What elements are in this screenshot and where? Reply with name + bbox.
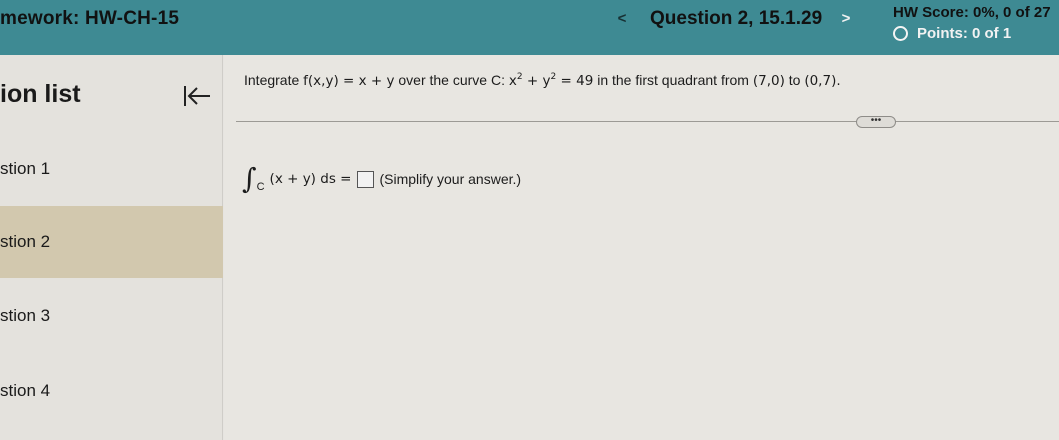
points-circle-icon (893, 26, 908, 41)
prompt-to: to (788, 72, 801, 88)
divider (236, 121, 1059, 122)
start-point: (7,0) (752, 73, 785, 89)
prompt-tail: in the first quadrant from (597, 72, 749, 88)
curve-x: x (508, 73, 517, 89)
homework-title: mework: HW-CH-15 (0, 8, 180, 29)
simplify-hint: (Simplify your answer.) (379, 171, 522, 187)
sidebar-title: ion list (0, 80, 81, 108)
collapse-sidebar-button[interactable] (180, 83, 214, 109)
prompt-lead: Integrate (244, 72, 300, 88)
integrand-expression: (x + y) ds = (269, 171, 352, 187)
curve-equation: x2 + y2 = 49 (508, 72, 594, 89)
collapse-left-arrow-icon (184, 86, 210, 106)
previous-question-icon[interactable]: < (612, 10, 632, 27)
question-item-label: stion 4 (0, 381, 51, 400)
question-item-1[interactable]: stion 1 (0, 133, 223, 205)
question-list-sidebar: ion list stion 1 stion 2 stion 3 stion 4 (0, 55, 223, 440)
question-item-4[interactable]: stion 4 (0, 355, 223, 427)
integral-symbol: ∫ (242, 162, 257, 195)
question-item-2[interactable]: stion 2 (0, 206, 223, 278)
question-prompt: Integrate f(x,y) = x + y over the curve … (244, 72, 841, 89)
curve-rhs: = 49 (556, 73, 594, 89)
answer-row: ∫ C (x + y) ds = (Simplify your answer.) (242, 162, 522, 195)
question-item-label: stion 3 (0, 306, 51, 325)
more-options-button[interactable]: ••• (856, 116, 896, 128)
prompt-mid: over the curve C: (398, 72, 505, 88)
function-expression: f(x,y) = x + y (303, 73, 395, 89)
end-point: (0,7). (804, 73, 841, 89)
integral-subscript: C (256, 181, 265, 193)
points-status: Points: 0 of 1 (893, 25, 1011, 42)
next-question-icon[interactable]: > (836, 10, 856, 27)
top-bar: mework: HW-CH-15 < Question 2, 15.1.29 >… (0, 0, 1059, 55)
question-item-label: stion 1 (0, 159, 51, 178)
homework-page: mework: HW-CH-15 < Question 2, 15.1.29 >… (0, 0, 1059, 440)
question-item-3[interactable]: stion 3 (0, 280, 223, 352)
hw-score: HW Score: 0%, 0 of 27 (893, 4, 1051, 21)
question-item-label: stion 2 (0, 232, 51, 251)
question-content: Integrate f(x,y) = x + y over the curve … (224, 55, 1059, 440)
answer-input[interactable] (357, 170, 375, 188)
curve-plus-y: + y (522, 73, 551, 89)
points-label: Points: 0 of 1 (917, 25, 1012, 42)
question-title: Question 2, 15.1.29 (650, 8, 823, 29)
